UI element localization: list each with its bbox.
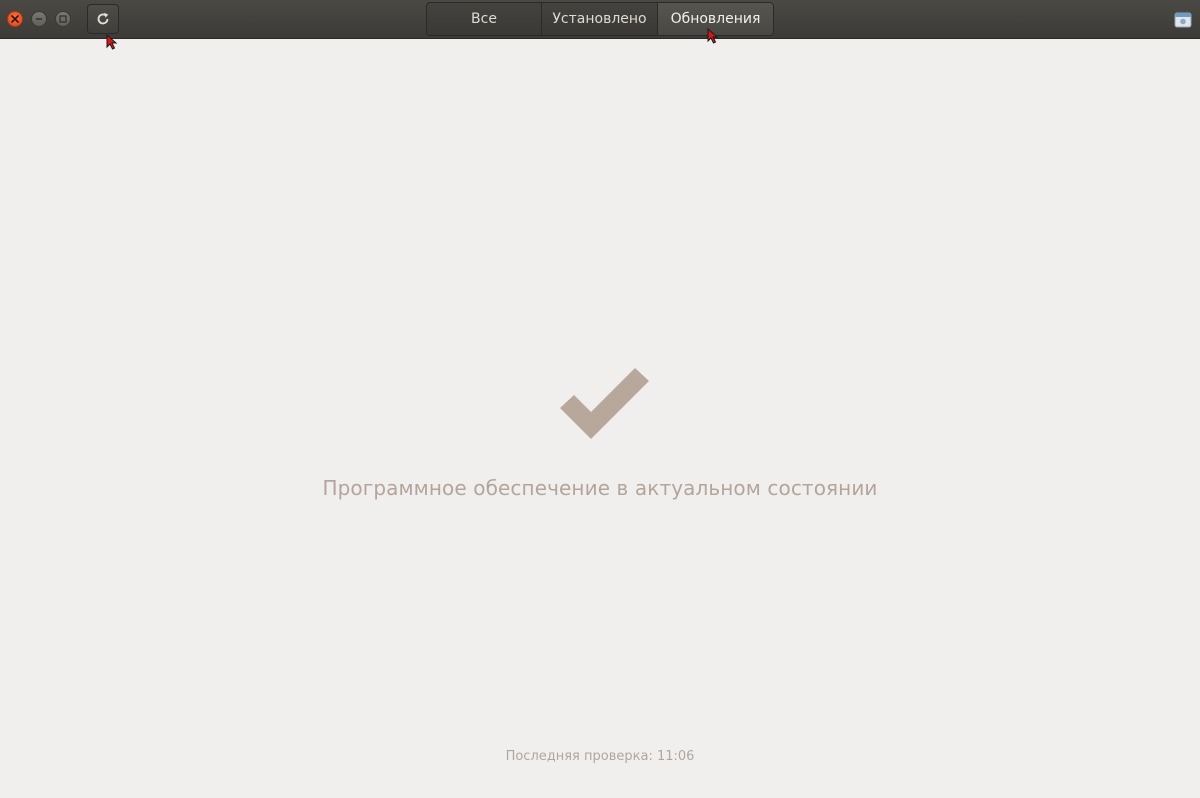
updates-content: Программное обеспечение в актуальном сос… xyxy=(0,39,1200,798)
checkmark-icon xyxy=(560,368,649,439)
last-check-label: Последняя проверка: xyxy=(505,749,653,764)
software-center-icon[interactable] xyxy=(1174,10,1192,28)
last-check-info: Последняя проверка: 11:06 xyxy=(0,749,1200,764)
mouse-cursor-icon xyxy=(106,34,118,50)
close-icon[interactable] xyxy=(7,11,23,27)
tab-all[interactable]: Все xyxy=(427,3,542,35)
mouse-cursor-icon xyxy=(707,28,719,44)
maximize-icon[interactable] xyxy=(55,11,71,27)
view-switcher: Все Установлено Обновления xyxy=(426,2,774,36)
header-bar: Все Установлено Обновления xyxy=(0,0,1200,39)
minimize-icon[interactable] xyxy=(31,11,47,27)
tab-installed[interactable]: Установлено xyxy=(542,3,658,35)
up-to-date-message: Программное обеспечение в актуальном сос… xyxy=(322,476,878,500)
refresh-button[interactable] xyxy=(87,4,119,34)
last-check-time: 11:06 xyxy=(656,749,695,764)
refresh-icon xyxy=(97,12,109,25)
software-updates-window: Все Установлено Обновления Программное о… xyxy=(0,0,1200,798)
